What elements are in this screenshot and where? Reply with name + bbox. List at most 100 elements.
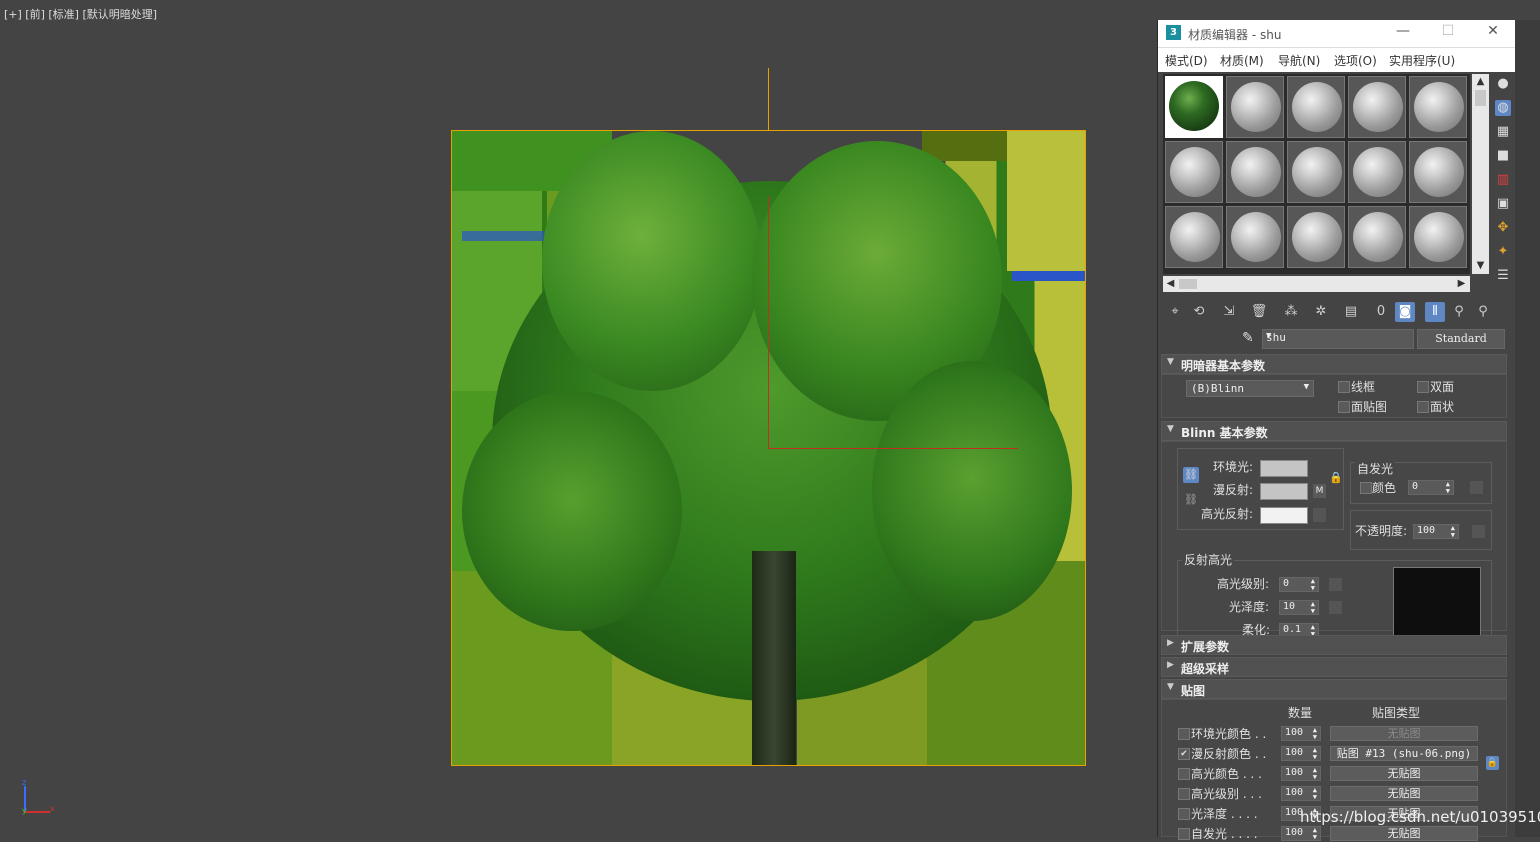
minimize-button[interactable]: — [1388, 23, 1418, 43]
material-type-button[interactable]: Standard [1417, 329, 1505, 349]
shader-type-dropdown[interactable]: (B)Blinn ▼ [1186, 380, 1314, 397]
assign-material-icon[interactable]: ⇲ [1219, 302, 1239, 322]
slots-horizontal-scrollbar[interactable]: ◀ ▶ [1163, 276, 1470, 292]
panel-scrollbar[interactable] [1515, 20, 1540, 837]
go-forward-sibling-icon[interactable]: ⚲ [1473, 302, 1493, 322]
sample-slot[interactable] [1348, 206, 1406, 268]
sample-slot[interactable] [1409, 141, 1467, 203]
map-slot-button[interactable]: 无贴图 [1330, 766, 1478, 781]
map-amount-spinner[interactable]: 100 ▲ ▼ [1281, 826, 1321, 841]
viewport-label[interactable]: [+] [前] [标准] [默认明暗处理] [4, 6, 157, 22]
eyedropper-icon[interactable]: ✎ [1242, 330, 1254, 346]
sample-slot[interactable] [1409, 206, 1467, 268]
sample-type-icon[interactable]: ● [1495, 76, 1511, 92]
glossiness-map-button[interactable] [1329, 601, 1342, 614]
rollout-supersampling-header[interactable]: ▶ 超级采样 [1161, 657, 1507, 677]
specular-color-swatch[interactable] [1260, 507, 1308, 524]
map-amount-spinner[interactable]: 100 ▲ ▼ [1281, 726, 1321, 741]
material-name-field[interactable]: shu ▼ [1262, 329, 1414, 349]
sample-slot[interactable] [1226, 76, 1284, 138]
map-enable-checkbox[interactable] [1178, 808, 1190, 820]
sample-slot[interactable] [1348, 76, 1406, 138]
rollout-shader-header[interactable]: ▼ 明暗器基本参数 [1161, 354, 1507, 374]
put-material-icon[interactable]: ⟲ [1189, 302, 1209, 322]
lock-icon[interactable]: 🔒 [1329, 471, 1343, 484]
rollout-extended-header[interactable]: ▶ 扩展参数 [1161, 635, 1507, 655]
go-to-parent-icon[interactable]: ⚲ [1449, 302, 1469, 322]
background-checker-icon[interactable]: ▦ [1495, 124, 1511, 140]
lock-diffuse-specular-icon[interactable]: ⛓ [1183, 492, 1199, 508]
self-illum-spinner[interactable]: 0 ▲ ▼ [1408, 480, 1454, 495]
scroll-up-icon[interactable]: ▲ [1473, 74, 1488, 89]
rollout-maps-header[interactable]: ▼ 贴图 [1161, 679, 1507, 699]
title-bar[interactable]: 3 材质编辑器 - shu — ☐ ✕ [1158, 20, 1515, 47]
opacity-spinner[interactable]: 100 ▲ ▼ [1413, 524, 1459, 539]
show-end-result-icon[interactable]: ⫴ [1425, 302, 1445, 322]
map-enable-checkbox-checked[interactable]: ✔ [1178, 748, 1190, 760]
scroll-down-icon[interactable]: ▼ [1473, 258, 1488, 273]
scroll-thumb[interactable] [1179, 279, 1197, 289]
options-icon[interactable]: ✥ [1495, 220, 1511, 236]
menu-mode[interactable]: 模式(D) [1165, 52, 1208, 69]
rollout-blinn-header[interactable]: ▼ Blinn 基本参数 [1161, 421, 1507, 441]
sample-slot[interactable] [1226, 141, 1284, 203]
sample-slot[interactable] [1287, 206, 1345, 268]
map-slot-button[interactable]: 无贴图 [1330, 826, 1478, 841]
scroll-right-icon[interactable]: ▶ [1454, 276, 1469, 291]
viewport[interactable]: [+] [前] [标准] [默认明暗处理] z x y [0, 0, 1157, 837]
show-shaded-material-icon[interactable]: ◙ [1395, 302, 1415, 322]
video-color-check-icon[interactable]: ▥ [1495, 172, 1511, 188]
face-map-checkbox[interactable] [1338, 401, 1350, 413]
map-amount-spinner[interactable]: 100 ▲ ▼ [1281, 766, 1321, 781]
menu-navigation[interactable]: 导航(N) [1278, 52, 1320, 69]
map-enable-checkbox[interactable] [1178, 768, 1190, 780]
lock-ambient-diffuse-icon[interactable]: ⛓ [1183, 467, 1199, 483]
select-by-material-icon[interactable]: ✦ [1495, 244, 1511, 260]
specular-level-map-button[interactable] [1329, 578, 1342, 591]
map-slot-button[interactable]: 贴图 #13 (shu-06.png) [1330, 746, 1478, 761]
scroll-thumb[interactable] [1475, 90, 1486, 106]
sample-slot[interactable] [1287, 76, 1345, 138]
sample-slot[interactable] [1287, 141, 1345, 203]
ambient-color-swatch[interactable] [1260, 460, 1308, 477]
lock-icon[interactable]: 🔒 [1486, 756, 1499, 770]
glossiness-spinner[interactable]: 10 ▲ ▼ [1279, 600, 1319, 615]
map-enable-checkbox[interactable] [1178, 728, 1190, 740]
wire-checkbox[interactable] [1338, 381, 1350, 393]
map-slot-button[interactable]: 无贴图 [1330, 726, 1478, 741]
map-enable-checkbox[interactable] [1178, 788, 1190, 800]
self-illum-color-checkbox[interactable] [1360, 482, 1372, 494]
sample-slot[interactable] [1226, 206, 1284, 268]
backlight-icon[interactable]: ◍ [1495, 100, 1511, 116]
put-to-library-icon[interactable]: ▤ [1341, 302, 1361, 322]
maximize-button[interactable]: ☐ [1433, 23, 1463, 43]
specular-map-button[interactable] [1313, 508, 1326, 522]
get-material-icon[interactable]: ⌖ [1165, 302, 1185, 322]
sample-slot[interactable] [1409, 76, 1467, 138]
self-illum-map-button[interactable] [1470, 481, 1483, 494]
map-amount-spinner[interactable]: 100 ▲ ▼ [1281, 786, 1321, 801]
material-map-navigator-icon[interactable]: ☰ [1495, 268, 1511, 284]
material-id-icon[interactable]: 0 [1371, 302, 1391, 322]
close-button[interactable]: ✕ [1478, 23, 1508, 43]
menu-material[interactable]: 材质(M) [1220, 52, 1264, 69]
two-sided-checkbox[interactable] [1417, 381, 1429, 393]
specular-level-spinner[interactable]: 0 ▲ ▼ [1279, 577, 1319, 592]
make-preview-icon[interactable]: ▣ [1495, 196, 1511, 212]
faceted-checkbox[interactable] [1417, 401, 1429, 413]
sample-slot[interactable] [1165, 76, 1223, 138]
make-unique-icon[interactable]: ✲ [1311, 302, 1331, 322]
sample-uv-tiling-icon[interactable]: ■ [1495, 148, 1511, 164]
map-enable-checkbox[interactable] [1178, 828, 1190, 840]
slots-vertical-scrollbar[interactable]: ▲ ▼ [1472, 74, 1489, 274]
map-amount-spinner[interactable]: 100 ▲ ▼ [1281, 746, 1321, 761]
sample-slot[interactable] [1348, 141, 1406, 203]
sample-slot[interactable] [1165, 141, 1223, 203]
menu-options[interactable]: 选项(O) [1334, 52, 1377, 69]
diffuse-map-button[interactable]: M [1313, 484, 1326, 498]
copy-material-icon[interactable]: ⁂ [1281, 302, 1301, 322]
diffuse-color-swatch[interactable] [1260, 483, 1308, 500]
delete-icon[interactable]: 🗑 [1249, 302, 1269, 322]
scroll-left-icon[interactable]: ◀ [1163, 276, 1178, 291]
map-slot-button[interactable]: 无贴图 [1330, 786, 1478, 801]
